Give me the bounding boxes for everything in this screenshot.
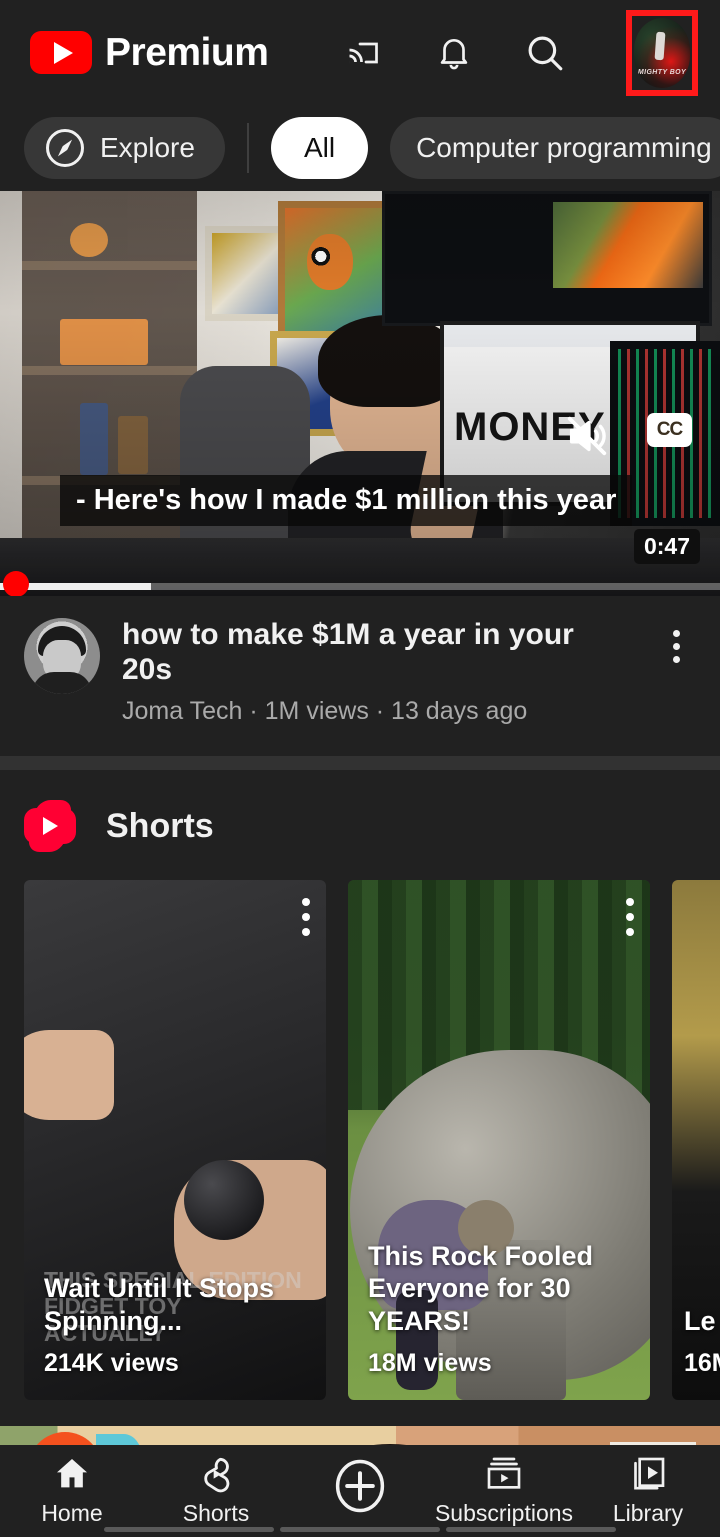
nav-item-create[interactable] [288, 1453, 432, 1519]
home-icon [52, 1453, 92, 1495]
avatar-label: MIGHTY BOY [637, 68, 687, 76]
nav-item-library[interactable]: Library [576, 1453, 720, 1527]
shorts-icon [196, 1453, 236, 1495]
mute-icon[interactable] [564, 413, 610, 459]
shorts-more-options-icon[interactable] [302, 898, 310, 936]
explore-chip-label: Explore [100, 132, 195, 163]
youtube-logo-icon [30, 31, 92, 74]
shorts-title: This Rock Fooled Everyone for 30 YEARS! [368, 1240, 594, 1336]
nav-label-home: Home [41, 1500, 103, 1526]
cast-icon[interactable] [341, 31, 385, 75]
nav-item-shorts[interactable]: Shorts [144, 1453, 288, 1527]
chip-computer-programming[interactable]: Computer programming [390, 117, 720, 179]
chip-computer-programming-label: Computer programming [416, 132, 712, 163]
chip-all[interactable]: All [270, 117, 369, 179]
channel-avatar[interactable] [24, 618, 100, 694]
explore-chip[interactable]: Explore [24, 117, 225, 179]
video-more-options-icon[interactable] [654, 624, 698, 668]
video-title[interactable]: how to make $1M a year in your 20s [122, 618, 632, 687]
gesture-navigation-bar [0, 1527, 720, 1537]
video-thumbnail-player[interactable]: MONEY CC - Here's how I made $1 million … [0, 191, 720, 596]
brand-label: Premium [105, 30, 269, 74]
shorts-card[interactable]: THIS SPECIAL EDITION FIDGET TOY ACTUALLY… [24, 880, 326, 1400]
nav-label-shorts: Shorts [182, 1500, 250, 1526]
subscriptions-icon [483, 1453, 525, 1495]
account-avatar-button[interactable]: MIGHTY BOY [626, 9, 698, 96]
video-caption-overlay: - Here's how I made $1 million this year [60, 475, 633, 526]
video-meta-row[interactable]: how to make $1M a year in your 20s Joma … [0, 596, 720, 756]
shorts-heading: Shorts [106, 806, 214, 845]
shorts-views: 16M [684, 1349, 720, 1377]
scrubber-handle[interactable] [3, 571, 29, 596]
compass-icon [46, 129, 84, 167]
search-icon[interactable] [523, 31, 567, 75]
nav-label-library: Library [612, 1500, 684, 1526]
shorts-section-header: Shorts [0, 770, 720, 880]
header-actions: MIGHTY BOY [341, 9, 698, 96]
section-divider [0, 756, 720, 770]
youtube-mobile-app: Premium MIGHTY BOY Explore All Computer … [0, 0, 720, 1537]
shorts-carousel[interactable]: THIS SPECIAL EDITION FIDGET TOY ACTUALLY… [0, 880, 720, 1426]
chip-divider [246, 123, 249, 173]
bottom-navigation-bar: Home Shorts Subscriptions Library [0, 1445, 720, 1537]
shorts-card[interactable]: Le 16M [672, 880, 720, 1400]
shorts-title: Le [684, 1305, 716, 1336]
nav-item-subscriptions[interactable]: Subscriptions [432, 1453, 576, 1527]
bell-icon[interactable] [432, 31, 476, 75]
shorts-views: 214K views [44, 1349, 179, 1377]
progress-scrubber[interactable] [0, 571, 720, 596]
chip-all-label: All [303, 132, 336, 163]
library-icon [627, 1453, 669, 1495]
app-header: Premium MIGHTY BOY [0, 0, 720, 105]
plus-circle-icon [328, 1453, 392, 1519]
video-duration-badge: 0:47 [633, 529, 700, 564]
video-meta-text: how to make $1M a year in your 20s Joma … [122, 618, 632, 726]
shorts-card[interactable]: This Rock Fooled Everyone for 30 YEARS! … [348, 880, 650, 1400]
avatar: MIGHTY BOY [634, 17, 690, 88]
closed-captions-badge[interactable]: CC [647, 413, 692, 447]
shorts-more-options-icon[interactable] [626, 898, 634, 936]
nav-item-home[interactable]: Home [0, 1453, 144, 1527]
youtube-premium-brand[interactable]: Premium [30, 31, 341, 75]
filter-chip-bar[interactable]: Explore All Computer programming [0, 105, 720, 191]
shorts-logo-icon [24, 798, 76, 854]
shorts-title: Wait Until It Stops Spinning... [44, 1273, 274, 1336]
video-subtitle: Joma Tech · 1M views · 13 days ago [122, 697, 528, 725]
nav-label-subscriptions: Subscriptions [434, 1500, 574, 1526]
shorts-views: 18M views [368, 1349, 492, 1377]
